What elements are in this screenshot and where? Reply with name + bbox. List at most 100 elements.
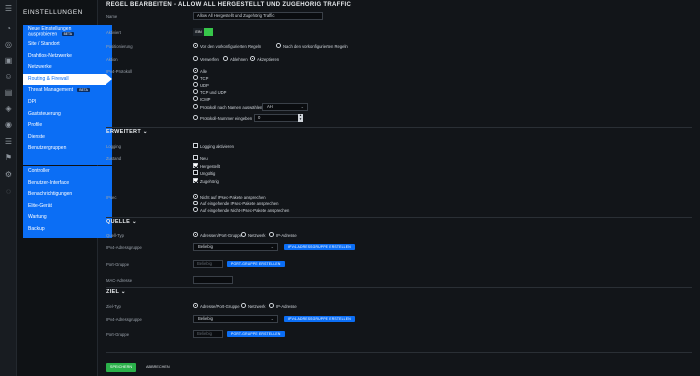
dest-type-network-radio[interactable] <box>241 303 246 308</box>
source-type-ip-radio[interactable] <box>269 232 274 237</box>
ipsec-none-radio[interactable] <box>193 194 198 199</box>
enabled-label: Aktiviert <box>106 30 121 35</box>
action-reject-radio[interactable] <box>223 56 228 61</box>
beta-badge: BETA <box>77 88 90 93</box>
state-invalid-checkbox[interactable] <box>193 170 198 175</box>
dest-type-group-radio[interactable] <box>193 303 198 308</box>
logging-text: Logging aktivieren <box>200 144 234 149</box>
source-type-network-text: Netzwerk <box>248 232 266 238</box>
mac-field[interactable] <box>193 276 233 284</box>
divider <box>106 287 692 288</box>
mac-label: MAC-Adresse <box>106 278 133 283</box>
action-drop-radio[interactable] <box>193 56 198 61</box>
chevron-down-icon: ⌄ <box>300 104 304 109</box>
protocol-number-stepper[interactable]: ▴ ▾ <box>298 113 303 122</box>
state-related-text: Zugehörig <box>200 179 219 184</box>
state-established-text: Hergestellt <box>200 163 221 169</box>
create-port-group-button[interactable]: PORT-GRUPPE ERSTELLEN <box>227 260 285 267</box>
source-type-group-radio[interactable] <box>193 232 198 237</box>
protocol-number-text: Protokoll-Nummer eingeben <box>200 115 253 121</box>
divider <box>106 352 692 353</box>
create-addr-group-button[interactable]: IPV4-ADRESSGRUPPE ERSTELLEN <box>284 243 355 250</box>
position-before-text: Vor den vorkonfigurierten Regeln <box>200 43 262 49</box>
source-addr-group-select[interactable]: Beliebig ⌄ <box>193 243 278 251</box>
enabled-toggle[interactable]: EIN <box>193 28 213 36</box>
dest-type-group-text: Adresse/Port-Gruppe <box>200 303 240 309</box>
sidebar-item-routing-firewall[interactable]: Routing & Firewall <box>23 73 112 86</box>
cancel-button[interactable]: ABBRECHEN <box>146 363 170 372</box>
security-icon[interactable]: ◉ <box>4 120 13 129</box>
settings-icon[interactable]: ⚙ <box>4 170 13 179</box>
source-section-toggle[interactable]: QUELLE ⌄ <box>106 219 137 225</box>
chevron-down-icon: ⌄ <box>270 316 274 321</box>
protocol-number-field[interactable]: 0 <box>254 114 299 122</box>
ipsec-match-text: Auf eingehende IPsec-Pakete ansprechen <box>200 201 279 206</box>
toggle-state: EIN <box>193 28 204 36</box>
sidebar-item-label: Threat Management <box>28 87 74 94</box>
support-icon[interactable]: ◌ <box>4 187 13 196</box>
ipsec-none-text: Nicht auf IPsec-Pakete ansprechen <box>200 194 266 200</box>
dest-create-port-group-button[interactable]: PORT-GRUPPE ERSTELLEN <box>227 330 285 337</box>
dest-addr-group-label: IPv4-Adressgruppe <box>106 317 142 322</box>
dest-addr-group-select[interactable]: Beliebig ⌄ <box>193 315 278 323</box>
protocol-number-radio[interactable] <box>193 115 198 120</box>
source-type-ip-text: IP-Adresse <box>276 232 297 238</box>
protocol-all-radio[interactable] <box>193 68 198 73</box>
ipsec-nonmatch-radio[interactable] <box>193 207 198 212</box>
action-accept-radio[interactable] <box>250 56 255 61</box>
protocol-icmp-text: ICMP <box>200 96 211 102</box>
source-addr-group-label: IPv4-Adressgruppe <box>106 245 142 250</box>
protocol-udp-radio[interactable] <box>193 82 198 87</box>
state-established-checkbox[interactable] <box>193 162 198 168</box>
protocol-name-value: AH <box>267 104 273 109</box>
chevron-down-icon: ⌄ <box>142 129 148 135</box>
dest-section-toggle[interactable]: ZIEL ⌄ <box>106 289 126 295</box>
state-new-checkbox[interactable] <box>193 155 198 160</box>
position-before-radio[interactable] <box>193 43 198 48</box>
dest-port-group-field[interactable]: Beliebig <box>193 330 223 338</box>
ipsec-match-radio[interactable] <box>193 200 198 206</box>
dest-port-group-label: Port-Gruppe <box>106 332 130 337</box>
protocol-tcp-udp-radio[interactable] <box>193 89 198 94</box>
clients-icon[interactable]: ☺ <box>4 72 13 81</box>
protocol-tcp-udp-text: TCP und UDP <box>200 89 227 95</box>
logging-label: Logging <box>106 144 121 149</box>
events-icon[interactable]: ☰ <box>4 137 13 146</box>
position-after-text: Nach den vorkonfigurierten Regeln <box>283 43 348 49</box>
action-drop-text: Verwerfen <box>200 56 219 62</box>
state-new-text: Neu <box>200 156 208 161</box>
dest-type-ip-radio[interactable] <box>269 303 274 308</box>
source-type-network-radio[interactable] <box>241 232 246 237</box>
protocol-name-select[interactable]: AH ⌄ <box>262 103 308 111</box>
statistics-icon[interactable]: ▤ <box>4 88 13 97</box>
protocol-tcp-text: TCP <box>200 75 209 81</box>
chevron-down-icon: ⌄ <box>270 244 274 249</box>
insights-icon[interactable]: ◈ <box>4 104 13 113</box>
position-after-radio[interactable] <box>276 43 281 48</box>
dashboard-icon[interactable]: ◔ <box>4 24 13 33</box>
dest-title: ZIEL <box>106 289 120 295</box>
rule-edit-form: REGEL BEARBEITEN - ALLOW ALL HERGESTELLT… <box>98 0 700 376</box>
name-field[interactable]: Allow All Hergestellt und Zugehörig Traf… <box>193 12 323 20</box>
divider <box>106 127 692 128</box>
logging-checkbox[interactable] <box>193 143 198 148</box>
protocol-tcp-radio[interactable] <box>193 75 198 80</box>
advanced-section-toggle[interactable]: ERWEITERT ⌄ <box>106 129 148 135</box>
dest-create-addr-group-button[interactable]: IPV4-ADRESSGRUPPE ERSTELLEN <box>284 315 355 322</box>
state-label: Zustand <box>106 156 122 161</box>
state-related-checkbox[interactable] <box>193 178 198 183</box>
protocol-icmp-radio[interactable] <box>193 96 198 101</box>
menu-icon[interactable]: ☰ <box>4 4 13 13</box>
save-button[interactable]: SPEICHERN <box>106 363 136 372</box>
source-port-group-field[interactable]: Beliebig <box>193 260 223 268</box>
protocol-by-name-radio[interactable] <box>193 104 198 109</box>
icon-rail: ☰ ◔ ◎ ▣ ☺ ▤ ◈ ◉ ☰ ⚑ ⚙ ◌ <box>0 0 17 376</box>
divider <box>106 217 692 218</box>
source-type-group-text: Adressen/Port-Gruppe <box>200 232 242 238</box>
alerts-icon[interactable]: ⚑ <box>4 153 13 162</box>
map-icon[interactable]: ◎ <box>4 40 13 49</box>
state-invalid-text: Ungültig <box>200 171 216 176</box>
action-accept-text: Akzeptieren <box>257 56 280 62</box>
protocol-label: IPv4-Protokoll <box>106 69 133 74</box>
devices-icon[interactable]: ▣ <box>4 56 13 65</box>
